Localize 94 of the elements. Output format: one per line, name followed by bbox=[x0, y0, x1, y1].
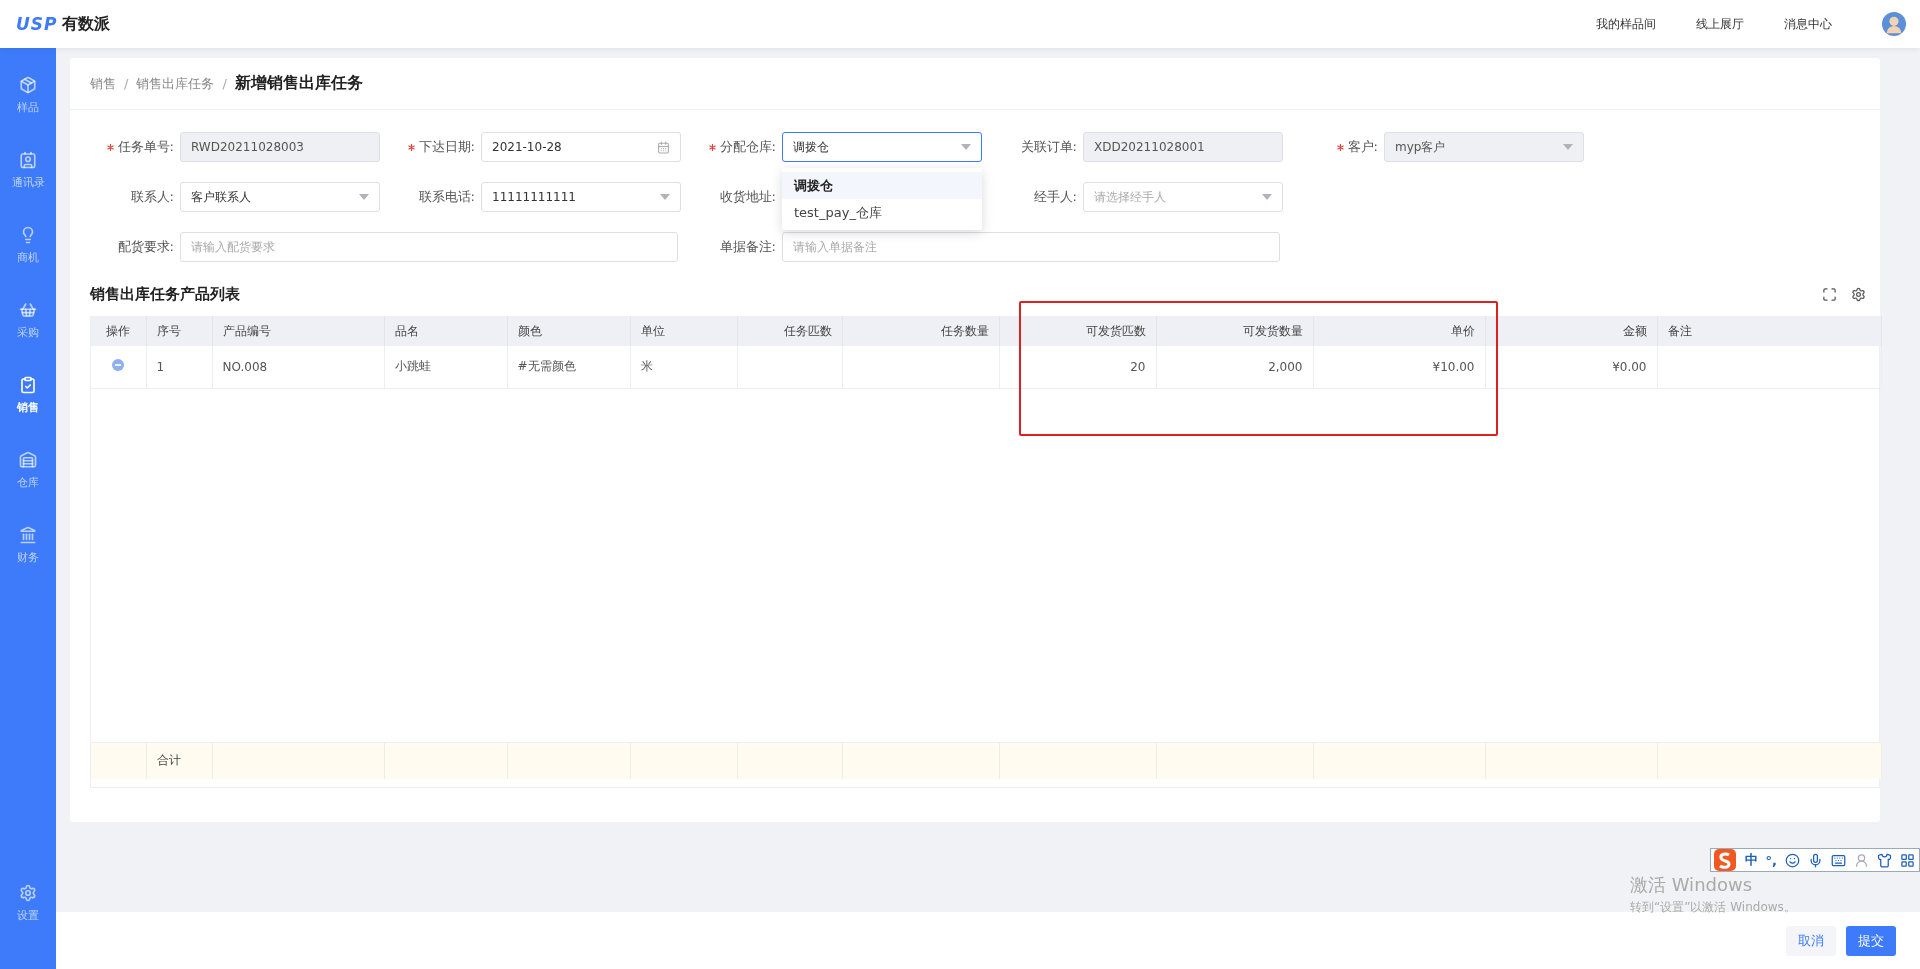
caret-icon bbox=[1262, 194, 1272, 200]
dropdown-option[interactable]: 调拨仓 bbox=[782, 172, 982, 199]
field-label: 下达日期: bbox=[418, 138, 475, 156]
page-title: 新增销售出库任务 bbox=[234, 73, 363, 94]
column-header: 备注 bbox=[1657, 316, 1881, 346]
basket-icon bbox=[19, 301, 37, 319]
clipboard-check-icon bbox=[19, 376, 37, 394]
sidebar-item[interactable]: 设置 bbox=[0, 884, 56, 959]
input-field[interactable]: 请输入配货要求 bbox=[180, 232, 678, 262]
caret-icon bbox=[359, 194, 369, 200]
column-header: 任务匹数 bbox=[737, 316, 842, 346]
field-label: 分配仓库: bbox=[719, 138, 776, 156]
shirt-icon[interactable] bbox=[1877, 852, 1892, 868]
field-label: 联系电话: bbox=[418, 188, 475, 206]
table-cell: 20 bbox=[1130, 359, 1146, 374]
submit-button[interactable]: 提交 bbox=[1846, 925, 1896, 956]
punctuation-toggle[interactable]: °, bbox=[1765, 852, 1777, 868]
sidebar-item[interactable]: 财务 bbox=[0, 526, 56, 601]
microphone-icon[interactable] bbox=[1808, 852, 1823, 868]
sidebar-item[interactable]: 仓库 bbox=[0, 451, 56, 526]
breadcrumb-separator: / bbox=[124, 76, 129, 91]
required-icon bbox=[106, 143, 114, 151]
select-field[interactable]: 调拨仓 bbox=[782, 132, 982, 162]
sidebar-item[interactable]: 销售 bbox=[0, 376, 56, 451]
column-header: 序号 bbox=[146, 316, 212, 346]
dropdown-option[interactable]: test_pay_仓库 bbox=[782, 199, 982, 226]
caret-icon bbox=[660, 194, 670, 200]
caret-icon bbox=[1563, 144, 1573, 150]
field-label: 经手人: bbox=[1033, 188, 1077, 206]
column-header: 任务数量 bbox=[842, 316, 999, 346]
table-cell: 1 bbox=[156, 359, 165, 374]
contact-card-icon bbox=[19, 151, 37, 169]
column-header: 产品编号 bbox=[212, 316, 384, 346]
activation-title: 激活 Windows bbox=[1630, 873, 1754, 897]
date-field[interactable]: 2021-10-28 bbox=[481, 132, 681, 162]
sidebar-item[interactable]: 样品 bbox=[0, 76, 56, 151]
column-header: 可发货数量 bbox=[1156, 316, 1313, 346]
select-field[interactable]: 11111111111 bbox=[481, 182, 681, 212]
required-icon bbox=[708, 143, 716, 151]
keyboard-icon[interactable] bbox=[1831, 852, 1846, 868]
sidebar-item[interactable]: 商机 bbox=[0, 226, 56, 301]
breadcrumb-link[interactable]: 销售出库任务 bbox=[136, 74, 215, 93]
input-field[interactable]: 请输入单据备注 bbox=[782, 232, 1280, 262]
cancel-button[interactable]: 取消 bbox=[1786, 925, 1836, 956]
breadcrumb-link[interactable]: 销售 bbox=[90, 74, 116, 93]
activation-hint: 转到“设置”以激活 Windows。 bbox=[1630, 899, 1796, 916]
ime-mode[interactable]: 中 bbox=[1744, 851, 1758, 869]
ime-logo-icon[interactable] bbox=[1712, 848, 1737, 872]
header-link[interactable]: 消息中心 bbox=[1784, 15, 1832, 33]
box-icon bbox=[19, 76, 37, 94]
table-cell: 米 bbox=[640, 359, 653, 374]
column-header: 品名 bbox=[384, 316, 507, 346]
column-header: 金额 bbox=[1485, 316, 1657, 346]
field-label: 任务单号: bbox=[117, 138, 174, 156]
header-link[interactable]: 我的样品间 bbox=[1596, 15, 1656, 33]
breadcrumb-separator: / bbox=[222, 76, 227, 91]
settings-icon bbox=[19, 884, 37, 902]
avatar[interactable] bbox=[1882, 12, 1906, 36]
warehouse-icon bbox=[19, 451, 37, 469]
smile-icon[interactable] bbox=[1785, 852, 1800, 868]
select-field[interactable]: 客户联系人 bbox=[180, 182, 380, 212]
table-cell: 小跳蛙 bbox=[394, 359, 431, 374]
field-label: 单据备注: bbox=[719, 238, 776, 256]
logo-mark: USP bbox=[16, 14, 58, 34]
bank-icon bbox=[19, 526, 37, 544]
header-link[interactable]: 线上展厅 bbox=[1696, 15, 1744, 33]
field-label: 联系人: bbox=[130, 188, 174, 206]
table-title: 销售出库任务产品列表 bbox=[90, 284, 240, 304]
field-label: 关联订单: bbox=[1020, 138, 1077, 156]
grid-icon[interactable] bbox=[1900, 852, 1915, 868]
column-header: 操作 bbox=[91, 316, 146, 346]
required-icon bbox=[1336, 143, 1344, 151]
caret-icon bbox=[961, 144, 971, 150]
column-header: 单位 bbox=[630, 316, 737, 346]
calendar-icon bbox=[657, 140, 670, 154]
settings-icon[interactable] bbox=[1851, 286, 1866, 302]
sidebar-item[interactable]: 采购 bbox=[0, 301, 56, 376]
sidebar-item[interactable]: 通讯录 bbox=[0, 151, 56, 226]
table-cell: 2,000 bbox=[1268, 359, 1303, 374]
logo-text: 有数派 bbox=[61, 13, 110, 35]
select-field[interactable]: 请选择经手人 bbox=[1083, 182, 1283, 212]
required-icon bbox=[407, 143, 415, 151]
column-header: 单价 bbox=[1313, 316, 1485, 346]
table-cell: NO.008 bbox=[222, 359, 268, 374]
field-label: 客户: bbox=[1347, 138, 1378, 156]
field-label: 配货要求: bbox=[117, 238, 174, 256]
table-cell: ¥10.00 bbox=[1432, 359, 1475, 374]
table-cell: ¥0.00 bbox=[1612, 359, 1647, 374]
field-label: 收货地址: bbox=[719, 188, 776, 206]
fullscreen-icon[interactable] bbox=[1822, 286, 1837, 302]
column-header: 可发货匹数 bbox=[999, 316, 1156, 346]
column-header: 颜色 bbox=[507, 316, 630, 346]
summary-label: 合计 bbox=[156, 753, 181, 767]
table-cell: #无需颜色 bbox=[517, 359, 576, 374]
